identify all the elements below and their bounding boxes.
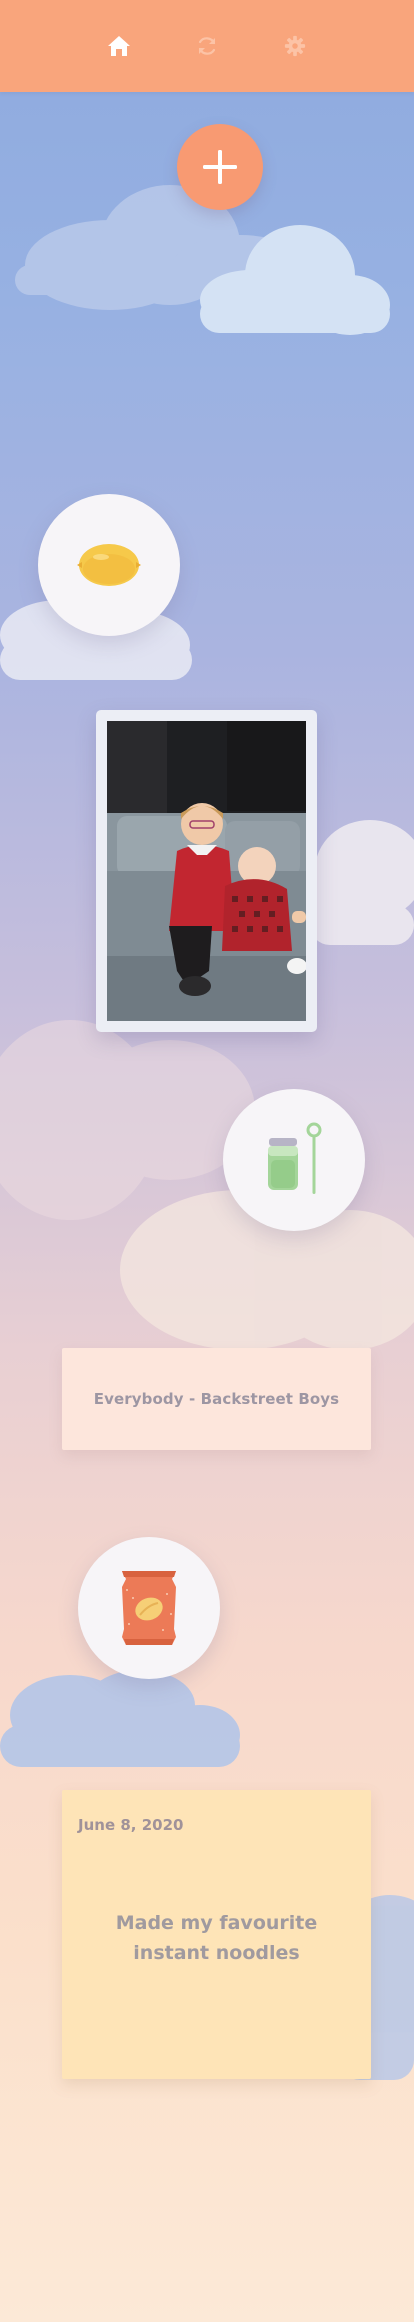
note-text-line: instant noodles [133, 1942, 300, 1964]
memory-item-lemon[interactable] [38, 494, 180, 636]
add-memory-button[interactable] [177, 124, 263, 210]
lemon-icon [77, 544, 141, 586]
refresh-icon [198, 37, 216, 55]
top-nav-bar [0, 0, 414, 92]
gear-icon [284, 35, 306, 57]
note-date: June 8, 2020 [78, 1816, 184, 1834]
cloud-decoration [300, 820, 414, 945]
memory-item-note[interactable]: June 8, 2020 Made my favourite instant n… [62, 1790, 371, 2079]
bubble-jar-icon [268, 1122, 322, 1194]
note-text-line: Made my favourite [115, 1912, 318, 1934]
cloud-decoration [0, 1670, 240, 1767]
settings-button[interactable] [281, 32, 309, 60]
memory-item-photo[interactable] [96, 710, 317, 1032]
memory-item-bubbles[interactable] [223, 1089, 365, 1231]
memory-item-chips[interactable] [78, 1537, 220, 1679]
photo-children [107, 721, 307, 1021]
home-button[interactable] [105, 32, 133, 60]
home-icon [108, 36, 130, 56]
song-title: Everybody - Backstreet Boys [93, 1390, 340, 1408]
plus-icon [203, 150, 237, 184]
note-text: Made my favourite instant noodles [82, 1908, 351, 1968]
memory-item-song[interactable]: Everybody - Backstreet Boys [62, 1348, 371, 1450]
refresh-button[interactable] [193, 32, 221, 60]
chips-bag-icon [122, 1571, 176, 1645]
